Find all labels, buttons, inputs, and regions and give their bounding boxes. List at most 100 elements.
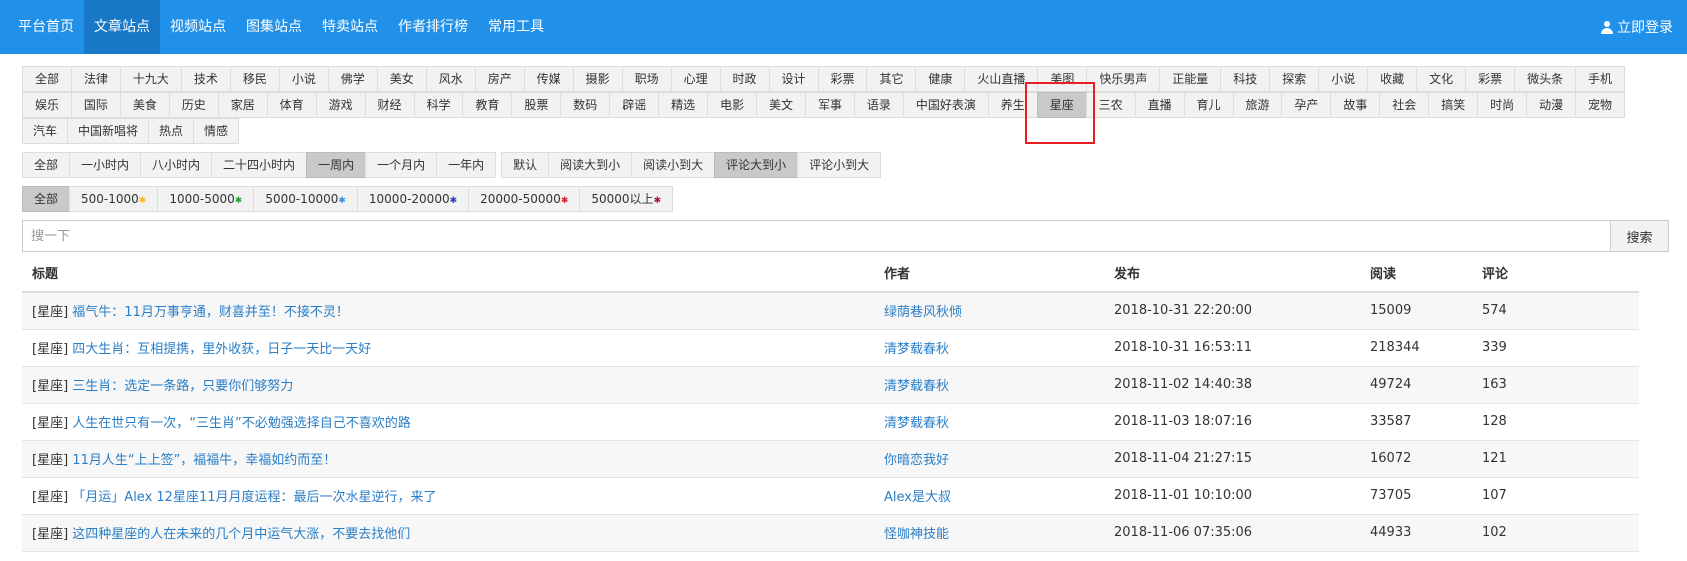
header-comments[interactable]: 评论 [1472, 254, 1639, 293]
category-tab[interactable]: 财经 [364, 92, 415, 118]
nav-item[interactable]: 文章站点 [84, 0, 160, 54]
article-title-link[interactable]: 这四种星座的人在未来的几个月中运气大涨，不要去找他们 [72, 527, 410, 542]
category-tab[interactable]: 美女 [376, 66, 427, 92]
category-tab[interactable]: 社会 [1379, 92, 1430, 118]
nav-item[interactable]: 常用工具 [478, 0, 554, 54]
author-link[interactable]: 绿荫巷风秋倾 [884, 305, 962, 320]
category-tab[interactable]: 科技 [1220, 66, 1271, 92]
category-tab[interactable]: 房产 [474, 66, 525, 92]
author-link[interactable]: 你暗恋我好 [884, 453, 949, 468]
sort-filter-option[interactable]: 评论小到大 [797, 152, 882, 178]
category-tab[interactable]: 其它 [866, 66, 917, 92]
category-tab[interactable]: 数码 [560, 92, 611, 118]
category-tab[interactable]: 风水 [425, 66, 476, 92]
category-tab[interactable]: 时尚 [1477, 92, 1528, 118]
search-button[interactable]: 搜索 [1611, 220, 1669, 252]
category-tab[interactable]: 热点 [148, 118, 195, 144]
read-filter-option[interactable]: 50000以上✱ [579, 186, 674, 212]
category-tab[interactable]: 佛学 [327, 66, 378, 92]
time-filter-option[interactable]: 一个月内 [365, 152, 438, 178]
category-tab[interactable]: 中国好表演 [902, 92, 989, 118]
category-tab[interactable]: 游戏 [315, 92, 366, 118]
category-tab[interactable]: 全部 [22, 66, 72, 92]
nav-item[interactable]: 视频站点 [160, 0, 236, 54]
read-filter-option[interactable]: 20000-50000✱ [468, 186, 581, 212]
category-tab[interactable]: 心理 [670, 66, 721, 92]
time-filter-option[interactable]: 二十四小时内 [211, 152, 308, 178]
read-filter-option[interactable]: 500-1000✱ [69, 186, 159, 212]
category-tab[interactable]: 收藏 [1367, 66, 1418, 92]
category-tab[interactable]: 文化 [1416, 66, 1467, 92]
category-tab[interactable]: 情感 [193, 118, 240, 144]
category-tab[interactable]: 手机 [1575, 66, 1626, 92]
category-tab[interactable]: 法律 [70, 66, 121, 92]
category-tab[interactable]: 快乐男声 [1086, 66, 1161, 92]
category-tab[interactable]: 体育 [266, 92, 317, 118]
category-tab[interactable]: 中国新唱将 [67, 118, 150, 144]
header-author[interactable]: 作者 [874, 254, 1104, 293]
category-tab[interactable]: 传媒 [523, 66, 574, 92]
category-tab[interactable]: 正能量 [1159, 66, 1222, 92]
nav-item[interactable]: 图集站点 [236, 0, 312, 54]
category-tab[interactable]: 精选 [658, 92, 709, 118]
read-filter-option[interactable]: 全部 [22, 186, 71, 212]
category-tab[interactable]: 探索 [1269, 66, 1320, 92]
category-tab[interactable]: 历史 [168, 92, 219, 118]
read-filter-option[interactable]: 5000-10000✱ [253, 186, 358, 212]
category-tab[interactable]: 孕产 [1281, 92, 1332, 118]
author-link[interactable]: 清梦载春秋 [884, 416, 949, 431]
article-title-link[interactable]: 「月运」Alex 12星座11月月度运程：最后一次水星逆行，来了 [72, 490, 436, 505]
category-tab[interactable]: 美食 [119, 92, 170, 118]
category-tab[interactable]: 旅游 [1232, 92, 1283, 118]
time-filter-option[interactable]: 全部 [22, 152, 71, 178]
sort-filter-option[interactable]: 默认 [501, 152, 550, 178]
category-tab[interactable]: 健康 [915, 66, 966, 92]
category-tab[interactable]: 科学 [413, 92, 464, 118]
category-tab[interactable]: 家居 [217, 92, 268, 118]
category-tab[interactable]: 辟谣 [609, 92, 660, 118]
category-tab[interactable]: 搞笑 [1428, 92, 1479, 118]
sort-filter-option[interactable]: 阅读小到大 [631, 152, 716, 178]
category-tab[interactable]: 微头条 [1514, 66, 1577, 92]
category-tab[interactable]: 电影 [707, 92, 758, 118]
category-tab[interactable]: 移民 [229, 66, 280, 92]
category-tab[interactable]: 小说 [278, 66, 329, 92]
header-published[interactable]: 发布 [1104, 254, 1360, 293]
category-tab[interactable]: 育儿 [1183, 92, 1234, 118]
category-tab[interactable]: 小说 [1318, 66, 1369, 92]
sort-filter-option[interactable]: 阅读大到小 [548, 152, 633, 178]
article-title-link[interactable]: 四大生肖：互相提携，里外收获，日子一天比一天好 [72, 342, 371, 357]
category-tab[interactable]: 股票 [511, 92, 562, 118]
category-tab[interactable]: 彩票 [1465, 66, 1516, 92]
category-tab[interactable]: 娱乐 [22, 92, 72, 118]
time-filter-option[interactable]: 一小时内 [69, 152, 142, 178]
category-tab[interactable]: 摄影 [572, 66, 623, 92]
header-title[interactable]: 标题 [22, 254, 874, 293]
article-title-link[interactable]: 人生在世只有一次，“三生肖”不必勉强选择自己不喜欢的路 [72, 416, 410, 431]
article-title-link[interactable]: 11月人生“上上签”，福福牛，幸福如约而至！ [72, 453, 336, 468]
category-tab[interactable]: 技术 [180, 66, 231, 92]
read-filter-option[interactable]: 10000-20000✱ [356, 186, 470, 212]
category-tab[interactable]: 十九大 [119, 66, 182, 92]
time-filter-option[interactable]: 一年内 [436, 152, 497, 178]
category-tab[interactable]: 动漫 [1526, 92, 1577, 118]
category-tab[interactable]: 彩票 [817, 66, 868, 92]
sort-filter-option[interactable]: 评论大到小 [714, 152, 799, 178]
category-tab[interactable]: 职场 [621, 66, 672, 92]
category-tab[interactable]: 时政 [719, 66, 770, 92]
author-link[interactable]: 清梦载春秋 [884, 342, 949, 357]
author-link[interactable]: 怪咖神技能 [884, 527, 949, 542]
login-link[interactable]: 立即登录 [1601, 17, 1681, 37]
article-title-link[interactable]: 福气牛：11月万事亨通，财喜并至！不接不灵！ [72, 305, 349, 320]
article-title-link[interactable]: 三生肖：选定一条路，只要你们够努力 [72, 379, 293, 394]
time-filter-option[interactable]: 一周内 [306, 152, 367, 178]
category-tab[interactable]: 教育 [462, 92, 513, 118]
author-link[interactable]: Alex是大叔 [884, 490, 951, 505]
category-tab[interactable]: 设计 [768, 66, 819, 92]
search-input[interactable] [22, 220, 1611, 252]
category-tab[interactable]: 宠物 [1575, 92, 1625, 118]
category-tab[interactable]: 直播 [1134, 92, 1185, 118]
time-filter-option[interactable]: 八小时内 [140, 152, 213, 178]
category-tab[interactable]: 语录 [853, 92, 904, 118]
read-filter-option[interactable]: 1000-5000✱ [157, 186, 255, 212]
